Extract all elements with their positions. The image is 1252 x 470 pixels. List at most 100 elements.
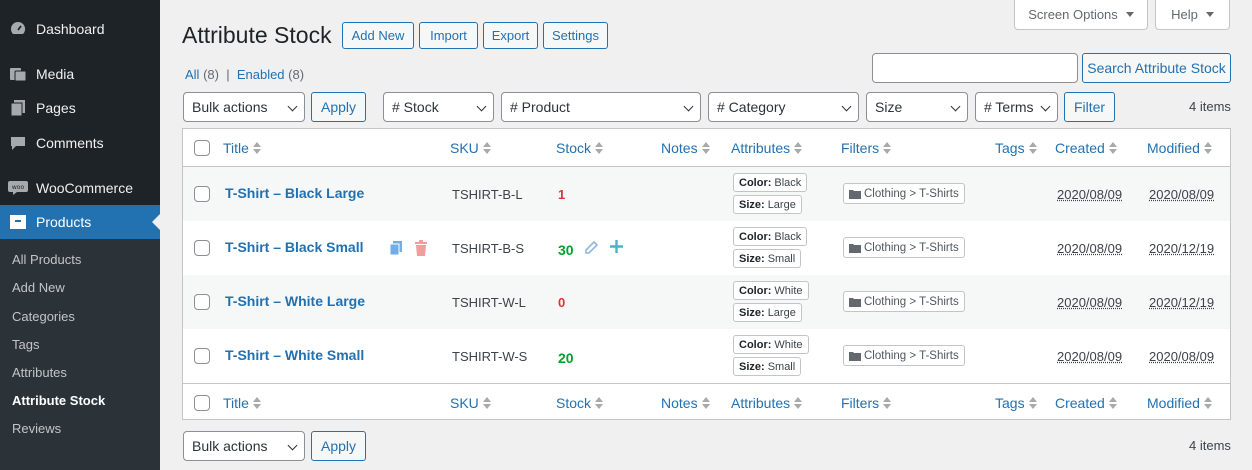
row-title-link[interactable]: T-Shirt – White Small: [225, 347, 364, 363]
apply-button[interactable]: Apply: [311, 92, 366, 122]
screen-options-tab[interactable]: Screen Options: [1014, 0, 1148, 30]
menu-item-media[interactable]: Media: [0, 57, 160, 91]
row-checkbox[interactable]: [194, 240, 210, 256]
filter-button[interactable]: Filter: [1064, 92, 1115, 122]
column-stock[interactable]: Stock: [556, 395, 604, 411]
menu-item-dashboard[interactable]: Dashboard: [0, 12, 160, 46]
search-input[interactable]: [872, 53, 1078, 83]
submenu-add-new[interactable]: Add New: [12, 280, 65, 295]
row-checkbox[interactable]: [194, 186, 210, 202]
add-new-button[interactable]: Add New: [342, 22, 414, 49]
submenu-all-products[interactable]: All Products: [12, 252, 81, 267]
stock-filter-select[interactable]: # Stock: [383, 92, 494, 122]
row-sku: TSHIRT-B-L: [452, 187, 523, 202]
column-created[interactable]: Created: [1055, 395, 1117, 411]
row-sku: TSHIRT-W-S: [452, 349, 528, 364]
column-notes[interactable]: Notes: [661, 140, 710, 156]
product-filter-select[interactable]: # Product: [501, 92, 701, 122]
submenu-attribute-stock[interactable]: Attribute Stock: [12, 393, 105, 408]
sort-icon: [883, 142, 892, 154]
table-row: T-Shirt – White Large TSHIRT-W-L 0 Color…: [183, 275, 1230, 329]
attribute-tag: Color: Black: [733, 227, 808, 246]
svg-text:woo: woo: [12, 184, 25, 191]
column-notes[interactable]: Notes: [661, 395, 710, 411]
column-sku[interactable]: SKU: [450, 395, 491, 411]
sort-icon: [794, 142, 803, 154]
column-stock[interactable]: Stock: [556, 140, 604, 156]
sort-icon: [701, 142, 710, 154]
column-modified[interactable]: Modified: [1147, 395, 1212, 411]
apply-button-bottom[interactable]: Apply: [311, 431, 366, 461]
help-tab[interactable]: Help: [1155, 0, 1230, 30]
menu-label: Comments: [36, 135, 104, 151]
column-tags[interactable]: Tags: [995, 140, 1037, 156]
trash-icon[interactable]: [414, 240, 428, 256]
bulk-actions-select-bottom[interactable]: Bulk actions: [183, 431, 305, 461]
column-title[interactable]: Title: [223, 140, 261, 156]
menu-item-products[interactable]: Products: [0, 205, 160, 239]
row-title-link[interactable]: T-Shirt – White Large: [225, 293, 365, 309]
folder-icon: [849, 297, 861, 307]
menu-label: Dashboard: [36, 21, 105, 37]
column-filters[interactable]: Filters: [841, 140, 892, 156]
column-sku[interactable]: SKU: [450, 140, 491, 156]
submenu-tags[interactable]: Tags: [12, 337, 39, 352]
bulk-actions-select[interactable]: Bulk actions: [183, 92, 305, 122]
submenu-attributes[interactable]: Attributes: [12, 365, 67, 380]
submenu-reviews[interactable]: Reviews: [12, 421, 61, 436]
size-filter-select[interactable]: Size: [866, 92, 968, 122]
duplicate-icon[interactable]: [388, 240, 404, 256]
column-attributes[interactable]: Attributes: [731, 140, 803, 156]
row-checkbox[interactable]: [194, 348, 210, 364]
table-footer: Title SKU Stock Notes Attributes Filters…: [183, 383, 1230, 421]
column-filters[interactable]: Filters: [841, 395, 892, 411]
products-icon: [8, 212, 28, 232]
view-all-link[interactable]: All: [185, 67, 199, 82]
view-separator: |: [226, 67, 230, 82]
row-title-link[interactable]: T-Shirt – Black Large: [225, 185, 364, 201]
sort-icon: [595, 142, 604, 154]
select-all-checkbox[interactable]: [194, 140, 210, 156]
edit-icon[interactable]: [584, 240, 599, 255]
table-row: T-Shirt – Black Small TSHIRT-B-S 30 Colo…: [183, 221, 1230, 275]
attribute-tag: Size: Small: [733, 357, 802, 376]
export-button[interactable]: Export: [483, 22, 538, 49]
search-button[interactable]: Search Attribute Stock: [1082, 53, 1231, 83]
category-filter-select[interactable]: # Category: [708, 92, 859, 122]
menu-item-comments[interactable]: Comments: [0, 126, 160, 160]
row-created: 2020/08/09: [1057, 295, 1123, 310]
view-enabled-link[interactable]: Enabled: [237, 67, 285, 82]
folder-icon: [849, 351, 861, 361]
column-created[interactable]: Created: [1055, 140, 1117, 156]
import-button[interactable]: Import: [419, 22, 478, 49]
table-header: Title SKU Stock Notes Attributes Filters…: [183, 129, 1230, 167]
plus-icon[interactable]: [609, 239, 624, 254]
row-modified: 2020/08/09: [1149, 349, 1215, 364]
row-stock: 30: [558, 242, 574, 258]
submenu-categories[interactable]: Categories: [12, 309, 75, 324]
chevron-down-icon: [1040, 101, 1051, 112]
menu-item-woocommerce[interactable]: woo WooCommerce: [0, 171, 160, 205]
column-tags[interactable]: Tags: [995, 395, 1037, 411]
sort-icon: [794, 397, 803, 409]
sort-icon: [252, 397, 261, 409]
table-row: T-Shirt – White Small TSHIRT-W-S 20 Colo…: [183, 329, 1230, 383]
column-attributes[interactable]: Attributes: [731, 395, 803, 411]
row-modified: 2020/12/19: [1149, 241, 1215, 256]
menu-item-pages[interactable]: Pages: [0, 91, 160, 125]
row-modified: 2020/12/19: [1149, 295, 1215, 310]
attribute-tag: Size: Small: [733, 249, 802, 268]
pages-icon: [8, 98, 28, 118]
chevron-down-icon: [287, 440, 298, 451]
settings-button[interactable]: Settings: [543, 22, 608, 49]
menu-label: Products: [36, 214, 92, 230]
terms-filter-select[interactable]: # Terms: [975, 92, 1058, 122]
row-title-link[interactable]: T-Shirt – Black Small: [225, 239, 364, 255]
sort-icon: [482, 397, 491, 409]
row-checkbox[interactable]: [194, 294, 210, 310]
select-all-checkbox[interactable]: [194, 395, 210, 411]
sort-icon: [1203, 142, 1212, 154]
column-modified[interactable]: Modified: [1147, 140, 1212, 156]
column-title[interactable]: Title: [223, 395, 261, 411]
sort-icon: [1203, 397, 1212, 409]
